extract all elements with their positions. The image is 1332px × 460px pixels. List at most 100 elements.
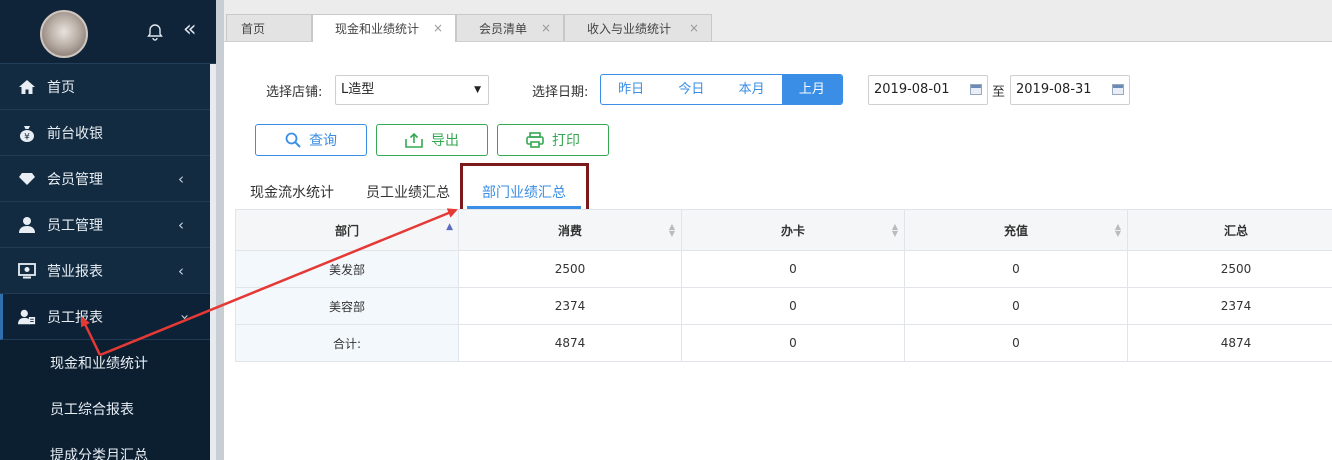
tab-cash-performance[interactable]: 现金和业绩统计 ×: [312, 14, 456, 42]
start-date-input[interactable]: 2019-08-01: [868, 75, 988, 105]
sidebar-item-label: 员工报表: [47, 309, 103, 326]
collapse-sidebar-icon[interactable]: «: [183, 18, 196, 42]
date-range-separator: 至: [992, 85, 1006, 100]
sidebar: « 首页 ¥ 前台收银 会员管理 ‹ 员工管理 ‹ 营业报表 ‹ 员工报表 ‹ …: [0, 0, 216, 460]
sidebar-subitem-cash-performance[interactable]: 现金和业绩统计: [0, 340, 216, 386]
quick-date-last-month[interactable]: 上月: [781, 75, 842, 104]
calendar-icon[interactable]: [1112, 84, 1124, 95]
column-header-label: 部门: [334, 223, 359, 238]
print-button-label: 打印: [552, 133, 580, 149]
main-content: 选择店铺: L造型 ▼ 选择日期: 昨日 今日 本月 上月 2019-08-01…: [224, 42, 1332, 460]
bell-icon[interactable]: [146, 23, 164, 41]
table-cell: 美发部: [235, 250, 459, 288]
column-header-department[interactable]: 部门 ▲: [235, 209, 459, 251]
quick-date-this-month[interactable]: 本月: [722, 75, 782, 104]
table-cell: 0: [681, 250, 905, 288]
column-header-total[interactable]: 汇总: [1127, 209, 1332, 251]
tab-label: 首页: [241, 21, 266, 36]
department-performance-table: 部门 ▲ 消费 ▲ ▼ 办卡 ▲ ▼ 充值 ▲ ▼ 汇总 美发部 2500 0 0 2500 …: [235, 209, 1332, 362]
chevron-left-icon: ‹: [178, 170, 184, 188]
subtab-cash-flow[interactable]: 现金流水统计: [250, 182, 334, 202]
table-row[interactable]: 美发部 2500 0 0 2500: [235, 250, 1332, 288]
sidebar-item-label: 员工管理: [47, 217, 103, 234]
close-icon[interactable]: ×: [433, 21, 443, 35]
column-header-label: 汇总: [1223, 223, 1248, 238]
column-header-label: 充值: [1003, 223, 1028, 238]
end-date-input[interactable]: 2019-08-31: [1010, 75, 1130, 105]
content-divider: [216, 0, 224, 460]
subtab-staff-performance[interactable]: 员工业绩汇总: [366, 182, 450, 202]
search-icon: [285, 132, 301, 148]
print-button[interactable]: 打印: [497, 124, 609, 156]
annotation-highlight-box: [460, 163, 589, 215]
sidebar-item-label: 前台收银: [47, 125, 103, 142]
table-row[interactable]: 合计: 4874 0 0 4874: [235, 324, 1332, 362]
sort-icon: ▲ ▼: [891, 222, 898, 238]
store-label: 选择店铺:: [266, 85, 323, 100]
store-select-value: L造型: [341, 82, 375, 97]
tab-home[interactable]: 首页: [226, 14, 312, 41]
tab-label: 收入与业绩统计: [587, 21, 672, 36]
column-header-card[interactable]: 办卡 ▲ ▼: [681, 209, 905, 251]
chevron-down-icon: ‹: [175, 314, 193, 320]
diamond-icon: [18, 170, 36, 188]
quick-date-selector: 昨日 今日 本月 上月: [600, 74, 843, 105]
tab-bar: 首页 现金和业绩统计 × 会员清单 × 收入与业绩统计 ×: [224, 0, 1332, 42]
table-cell: 美容部: [235, 287, 459, 325]
svg-text:¥: ¥: [24, 132, 30, 142]
table-cell: 0: [681, 287, 905, 325]
column-header-label: 消费: [557, 223, 582, 238]
query-button[interactable]: 查询: [255, 124, 367, 156]
close-icon[interactable]: ×: [541, 21, 551, 35]
tab-income-performance[interactable]: 收入与业绩统计 ×: [564, 14, 712, 41]
store-select[interactable]: L造型 ▼: [335, 75, 489, 105]
table-cell: 2374: [458, 287, 682, 325]
brand-logo: [40, 10, 88, 58]
table-cell: 0: [681, 324, 905, 362]
tab-label: 会员清单: [479, 21, 528, 36]
export-button-label: 导出: [431, 133, 459, 149]
sidebar-item-label: 首页: [47, 79, 75, 96]
printer-icon: [526, 132, 544, 148]
money-bag-icon: ¥: [18, 124, 36, 142]
caret-down-icon: ▼: [474, 85, 481, 95]
table-cell: 4874: [1127, 324, 1332, 362]
table-cell: 4874: [458, 324, 682, 362]
table-row[interactable]: 美容部 2374 0 0 2374: [235, 287, 1332, 325]
column-header-consumption[interactable]: 消费 ▲ ▼: [458, 209, 682, 251]
sidebar-item-label: 会员管理: [47, 171, 103, 188]
export-button[interactable]: 导出: [376, 124, 488, 156]
sidebar-subitem-commission-monthly[interactable]: 提成分类月汇总: [0, 432, 216, 460]
user-report-icon: [18, 308, 36, 326]
sidebar-item-staff-reports[interactable]: 员工报表 ‹: [0, 294, 216, 340]
calendar-icon[interactable]: [970, 84, 982, 95]
sort-ascending-icon: ▲: [446, 222, 453, 232]
table-cell: 合计:: [235, 324, 459, 362]
quick-date-yesterday[interactable]: 昨日: [601, 75, 661, 104]
export-icon: [405, 132, 423, 148]
sort-icon: ▲ ▼: [1114, 222, 1121, 238]
chevron-left-icon: ‹: [178, 262, 184, 280]
column-header-label: 办卡: [780, 223, 805, 238]
date-label: 选择日期:: [532, 85, 589, 100]
home-icon: [18, 78, 36, 96]
monitor-icon: [18, 262, 36, 280]
sidebar-item-home[interactable]: 首页: [0, 64, 216, 110]
sidebar-item-cashier[interactable]: ¥ 前台收银: [0, 110, 216, 156]
table-header-row: 部门 ▲ 消费 ▲ ▼ 办卡 ▲ ▼ 充值 ▲ ▼ 汇总: [235, 209, 1332, 251]
close-icon[interactable]: ×: [689, 21, 699, 35]
tab-member-list[interactable]: 会员清单 ×: [456, 14, 564, 41]
table-cell: 0: [904, 250, 1128, 288]
sidebar-subitem-staff-report[interactable]: 员工综合报表: [0, 386, 216, 432]
end-date-value: 2019-08-31: [1016, 82, 1092, 97]
chevron-left-icon: ‹: [178, 216, 184, 234]
query-button-label: 查询: [309, 133, 337, 149]
sort-icon: ▲ ▼: [668, 222, 675, 238]
sidebar-item-business-reports[interactable]: 营业报表 ‹: [0, 248, 216, 294]
user-icon: [18, 216, 36, 234]
sidebar-item-members[interactable]: 会员管理 ‹: [0, 156, 216, 202]
quick-date-today[interactable]: 今日: [661, 75, 721, 104]
column-header-recharge[interactable]: 充值 ▲ ▼: [904, 209, 1128, 251]
sidebar-item-staff[interactable]: 员工管理 ‹: [0, 202, 216, 248]
table-cell: 2500: [1127, 250, 1332, 288]
